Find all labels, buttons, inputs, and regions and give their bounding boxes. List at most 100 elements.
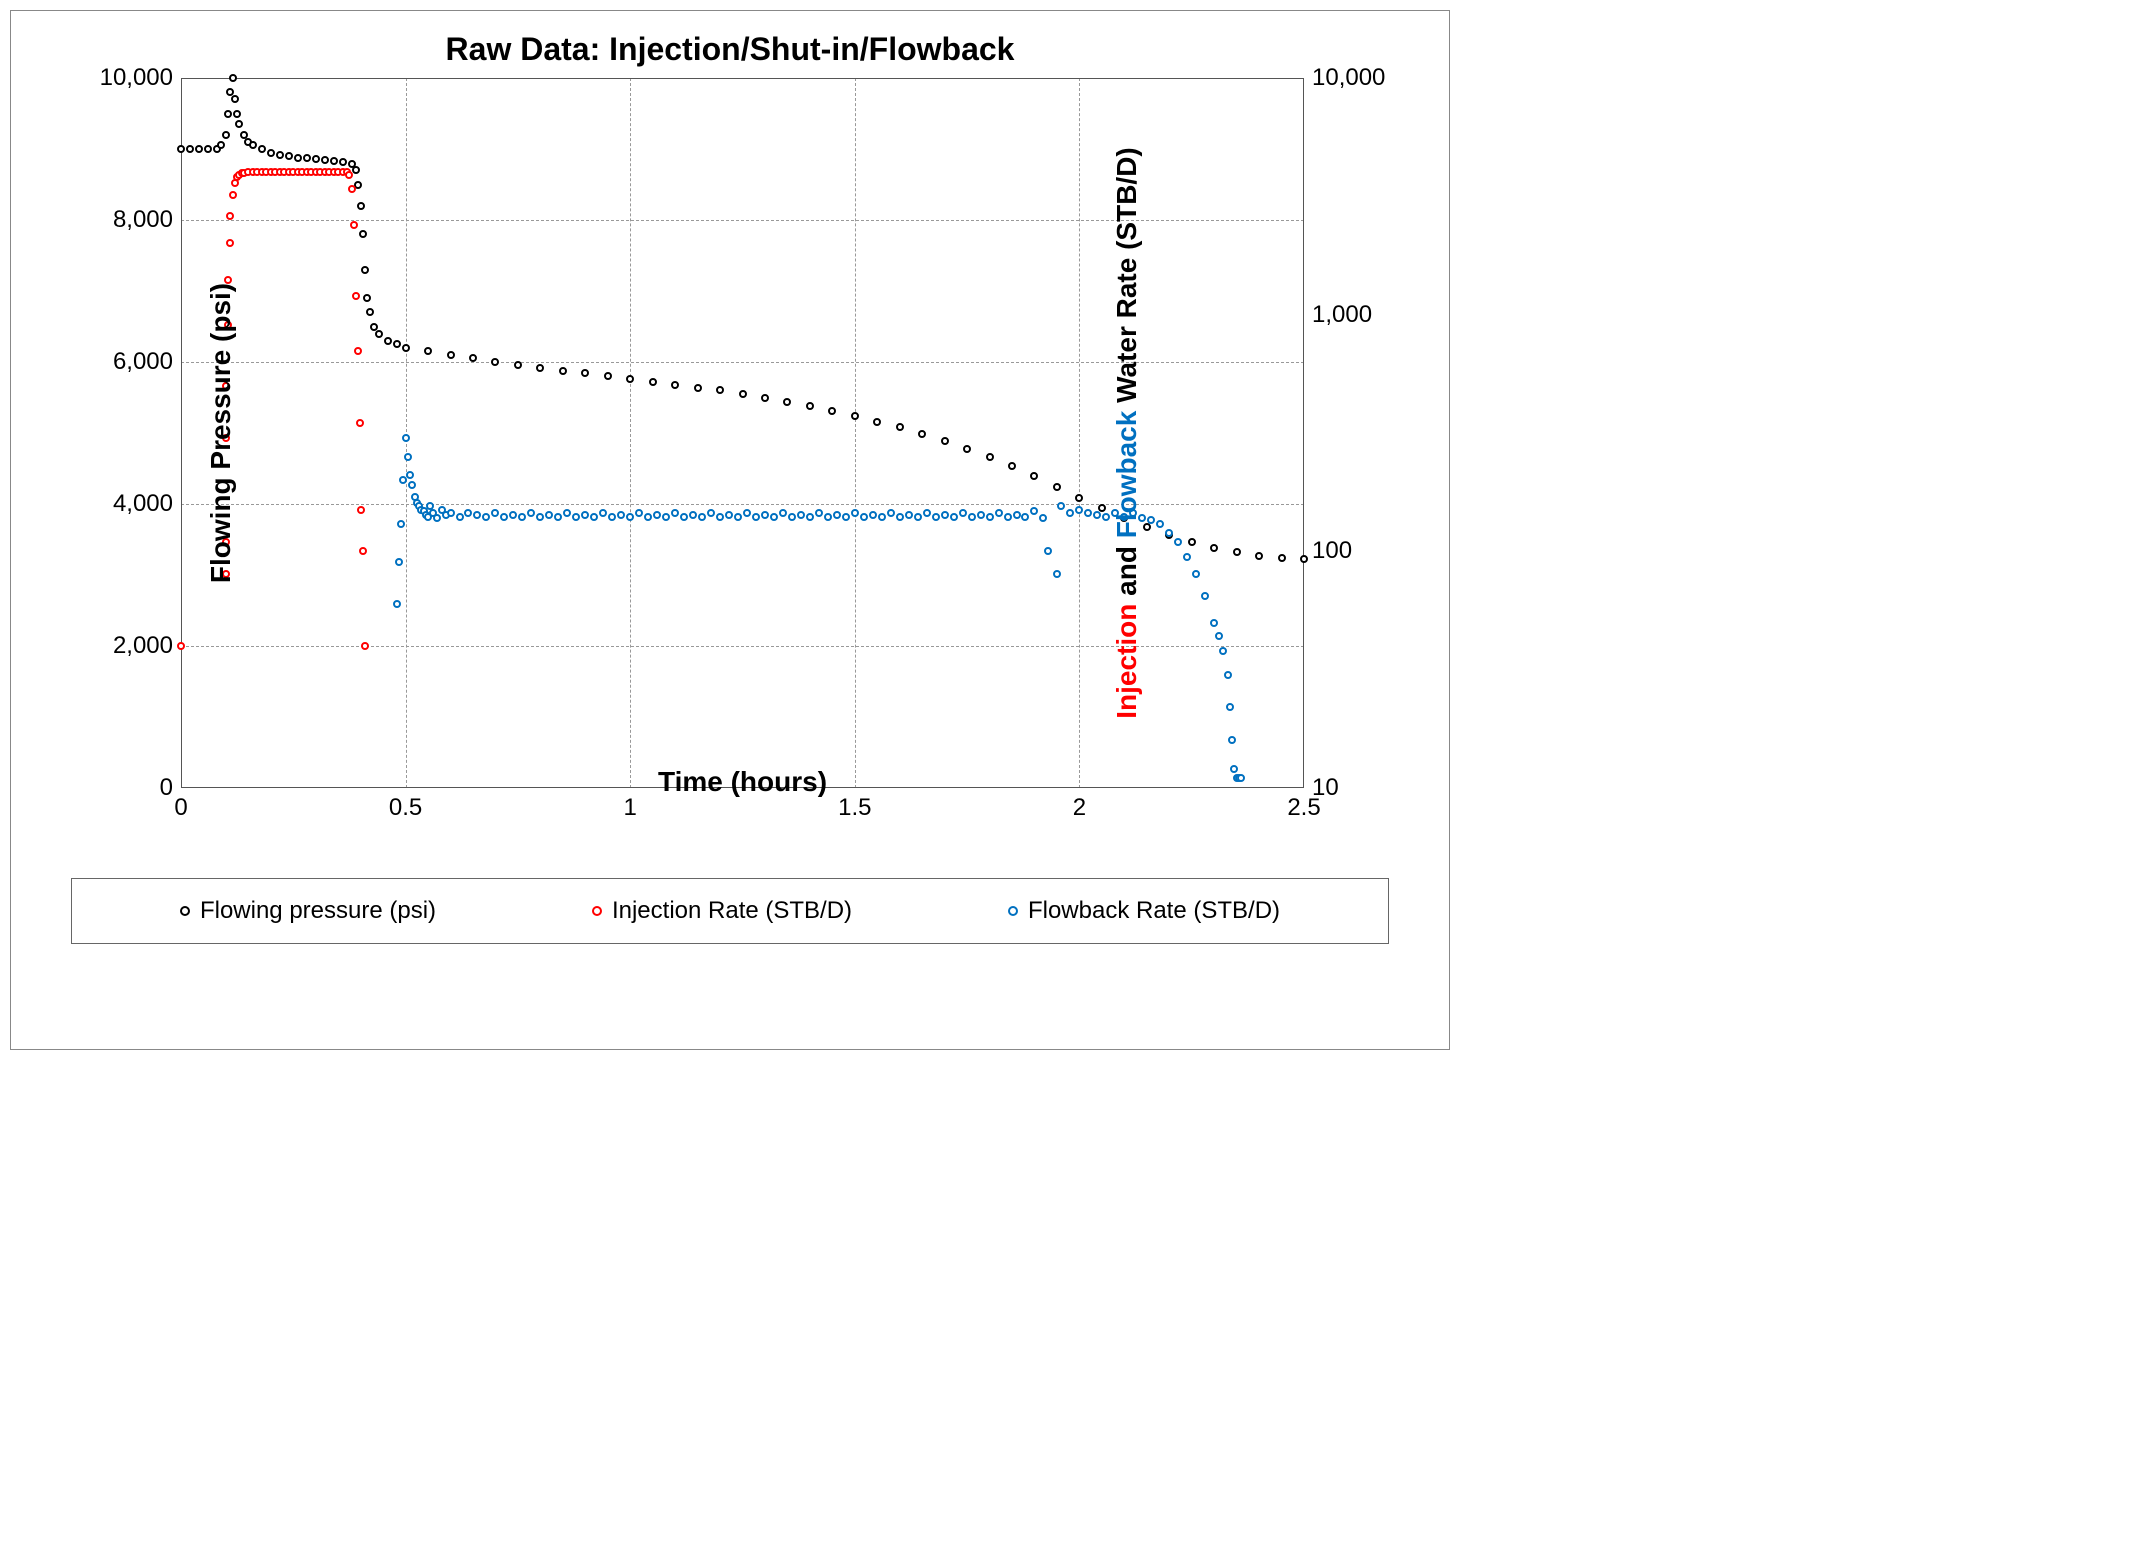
data-marker — [384, 337, 392, 345]
y-left-tick-label: 0 — [160, 774, 181, 802]
data-marker — [1039, 514, 1047, 522]
data-marker — [345, 171, 353, 179]
data-marker — [590, 513, 598, 521]
data-marker — [195, 145, 203, 153]
y-right-tick-label: 100 — [1304, 537, 1352, 565]
data-marker — [1183, 553, 1191, 561]
data-marker — [752, 513, 760, 521]
data-marker — [1224, 671, 1232, 679]
data-marker — [482, 513, 490, 521]
data-marker — [204, 145, 212, 153]
x-tick-label: 0.5 — [389, 788, 422, 822]
data-marker — [224, 110, 232, 118]
data-marker — [359, 230, 367, 238]
chart-frame: Raw Data: Injection/Shut-in/Flowback Flo… — [10, 10, 1450, 1050]
data-marker — [842, 513, 850, 521]
y-right-tick-label: 10,000 — [1304, 64, 1385, 92]
data-marker — [707, 509, 715, 517]
data-marker — [285, 152, 293, 160]
data-marker — [689, 511, 697, 519]
data-marker — [527, 509, 535, 517]
data-marker — [536, 364, 544, 372]
y-right-tick-label: 10 — [1304, 774, 1339, 802]
data-marker — [770, 513, 778, 521]
data-marker — [896, 423, 904, 431]
data-marker — [1030, 472, 1038, 480]
data-marker — [824, 513, 832, 521]
data-marker — [1174, 538, 1182, 546]
data-marker — [509, 511, 517, 519]
data-marker — [408, 481, 416, 489]
data-marker — [500, 513, 508, 521]
data-marker — [918, 430, 926, 438]
data-marker — [851, 412, 859, 420]
data-marker — [1201, 592, 1209, 600]
data-marker — [276, 151, 284, 159]
legend-item-injection: Injection Rate (STB/D) — [592, 897, 852, 925]
data-marker — [932, 513, 940, 521]
data-marker — [1084, 509, 1092, 517]
data-marker — [559, 367, 567, 375]
data-marker — [581, 511, 589, 519]
data-marker — [914, 513, 922, 521]
data-marker — [361, 642, 369, 650]
data-marker — [359, 547, 367, 555]
data-marker — [604, 372, 612, 380]
data-marker — [424, 347, 432, 355]
x-axis-label: Time (hours) — [181, 766, 1304, 798]
data-marker — [433, 514, 441, 522]
data-marker — [941, 437, 949, 445]
data-marker — [464, 509, 472, 517]
data-marker — [222, 131, 230, 139]
x-tick-label: 1 — [624, 788, 637, 822]
data-marker — [1021, 513, 1029, 521]
data-marker — [1057, 502, 1065, 510]
data-marker — [231, 95, 239, 103]
data-marker — [680, 513, 688, 521]
data-marker — [1008, 462, 1016, 470]
data-marker — [959, 509, 967, 517]
data-marker — [375, 330, 383, 338]
legend-label: Flowing pressure (psi) — [200, 897, 436, 925]
data-marker — [402, 434, 410, 442]
data-marker — [572, 513, 580, 521]
data-marker — [950, 513, 958, 521]
data-marker — [491, 358, 499, 366]
data-marker — [406, 471, 414, 479]
data-marker — [878, 513, 886, 521]
data-marker — [887, 509, 895, 517]
data-marker — [354, 347, 362, 355]
data-marker — [1093, 511, 1101, 519]
data-marker — [177, 145, 185, 153]
data-marker — [995, 509, 1003, 517]
data-marker — [226, 239, 234, 247]
data-marker — [599, 509, 607, 517]
data-marker — [851, 509, 859, 517]
data-marker — [986, 513, 994, 521]
data-marker — [644, 513, 652, 521]
data-marker — [447, 351, 455, 359]
data-marker — [554, 513, 562, 521]
data-marker — [653, 511, 661, 519]
data-marker — [456, 513, 464, 521]
data-marker — [233, 110, 241, 118]
data-marker — [357, 202, 365, 210]
data-marker — [1188, 538, 1196, 546]
data-marker — [1165, 529, 1173, 537]
data-marker — [217, 141, 225, 149]
chart-title: Raw Data: Injection/Shut-in/Flowback — [11, 11, 1449, 78]
data-marker — [249, 141, 257, 149]
data-marker — [860, 513, 868, 521]
data-marker — [491, 509, 499, 517]
data-marker — [393, 600, 401, 608]
data-marker — [1210, 544, 1218, 552]
data-marker — [1053, 483, 1061, 491]
data-marker — [1044, 547, 1052, 555]
circle-marker-icon — [1008, 906, 1018, 916]
data-marker — [1210, 619, 1218, 627]
data-marker — [229, 191, 237, 199]
x-tick-label: 2 — [1073, 788, 1086, 822]
data-marker — [402, 344, 410, 352]
y-right-tick-label: 1,000 — [1304, 301, 1372, 329]
data-marker — [626, 513, 634, 521]
